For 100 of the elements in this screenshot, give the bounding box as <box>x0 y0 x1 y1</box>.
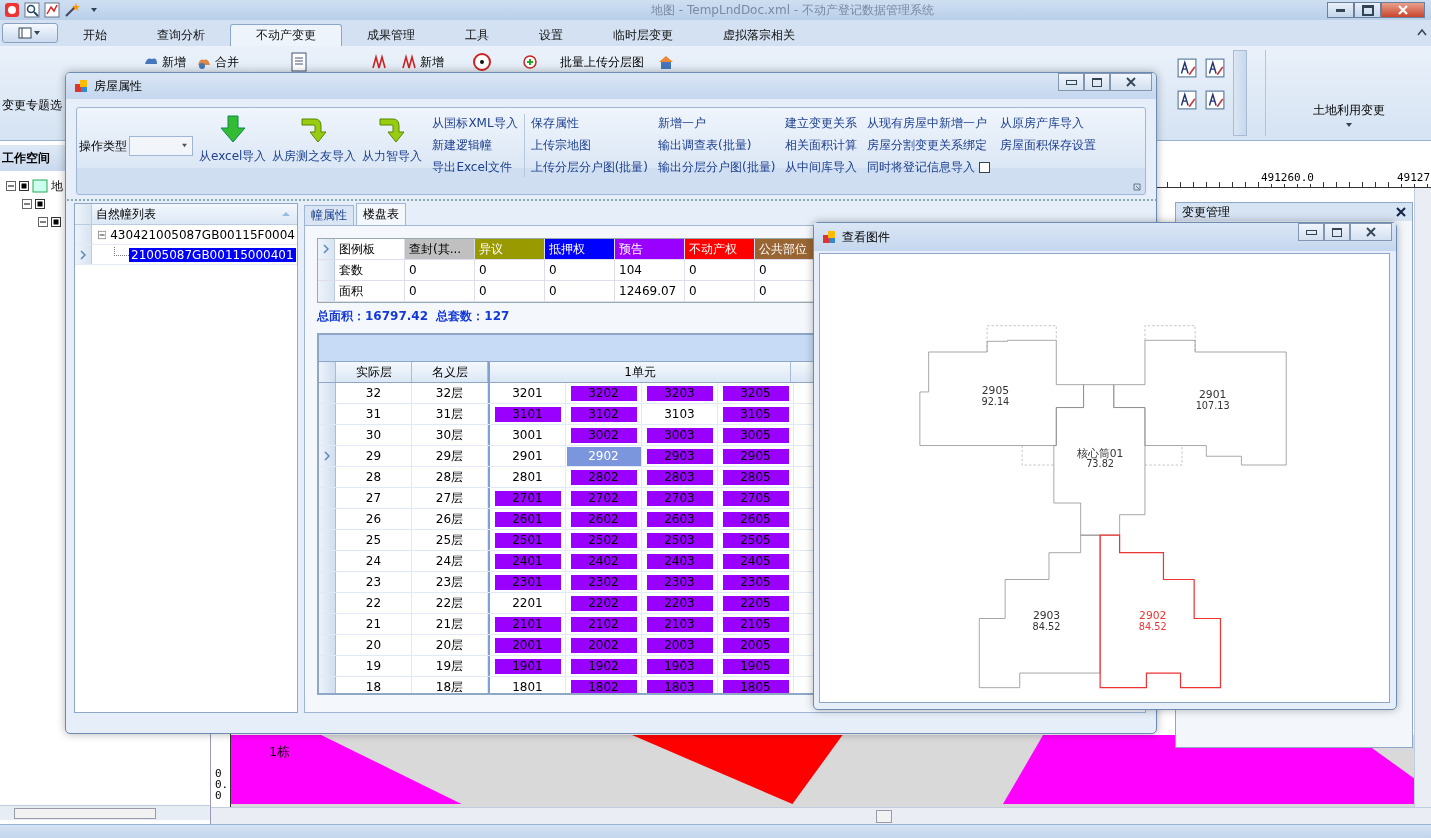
unit-cell[interactable]: 3103 <box>646 406 713 422</box>
scrollbar-thumb[interactable] <box>14 808 156 819</box>
import-button[interactable]: 从房测之友导入 <box>272 114 357 165</box>
unit-cell[interactable]: 3003 <box>646 427 713 443</box>
tree-item[interactable]: 21005087GB00115000401 <box>129 247 296 262</box>
wand-icon[interactable] <box>64 2 80 18</box>
unit-cell[interactable]: 3102 <box>570 406 637 422</box>
toolbar-link[interactable]: 新增一户 <box>658 115 707 132</box>
toolbar-link[interactable]: 相关面积计算 <box>785 137 858 154</box>
tree-item[interactable]: 430421005087GB00115F0004 <box>108 227 297 242</box>
unit-cell[interactable]: 1803 <box>646 679 713 693</box>
unit-cell[interactable]: 2905 <box>722 448 789 464</box>
maximize-button[interactable] <box>1324 223 1350 241</box>
text-style-icon[interactable] <box>1205 90 1225 110</box>
chart-icon[interactable] <box>44 2 60 18</box>
row-header[interactable] <box>319 614 336 634</box>
unit-cell[interactable]: 2303 <box>646 574 713 590</box>
unit-cell[interactable]: 2403 <box>646 553 713 569</box>
tree-item[interactable]: 地 <box>51 177 63 195</box>
row-header[interactable] <box>319 467 336 487</box>
unit-cell[interactable]: 3101 <box>494 406 561 422</box>
ribbon-tab[interactable]: 成果管理 <box>342 24 440 46</box>
unit-cell[interactable]: 2502 <box>570 532 637 548</box>
toolbar-link[interactable]: 房屋分割变更关系绑定 <box>867 137 988 154</box>
unit-cell[interactable]: 2702 <box>570 490 637 506</box>
collapse-icon[interactable] <box>98 229 107 240</box>
row-header[interactable] <box>319 551 336 571</box>
row-header[interactable] <box>319 488 336 508</box>
gallery-scrollbar[interactable] <box>1233 50 1247 136</box>
row-header[interactable] <box>319 509 336 529</box>
operation-type-dropdown[interactable] <box>129 136 193 156</box>
minimize-button[interactable] <box>1058 73 1084 91</box>
unit-cell[interactable]: 2405 <box>722 553 789 569</box>
app-icon[interactable] <box>4 2 20 18</box>
unit-cell[interactable]: 2505 <box>722 532 789 548</box>
unit-cell[interactable]: 2603 <box>646 511 713 527</box>
toolbar-link[interactable]: 导出Excel文件 <box>432 159 513 176</box>
unit-cell[interactable]: 3002 <box>570 427 637 443</box>
unit-cell[interactable]: 2203 <box>646 595 713 611</box>
tab[interactable]: 楼盘表 <box>356 203 406 225</box>
row-header[interactable] <box>318 239 335 259</box>
unit-cell[interactable]: 3005 <box>722 427 789 443</box>
close-button[interactable] <box>1110 73 1152 91</box>
unit-cell[interactable]: 2305 <box>722 574 789 590</box>
unit-cell[interactable]: 2601 <box>494 511 561 527</box>
map-ground[interactable]: 1栋 <box>231 735 1414 807</box>
ribbon-tab[interactable]: 查询分析 <box>132 24 230 46</box>
row-header[interactable] <box>319 656 336 676</box>
unit-cell[interactable]: 2701 <box>494 490 561 506</box>
unit-cell[interactable]: 2205 <box>722 595 789 611</box>
unit-cell[interactable]: 3105 <box>722 406 789 422</box>
search-icon[interactable] <box>24 2 40 18</box>
add-button[interactable]: 新增 <box>401 53 444 71</box>
toolbar-link[interactable]: 上传分层分户图(批量) <box>530 159 649 176</box>
toolbar-link[interactable]: 输出调查表(批量) <box>658 137 752 154</box>
checkbox-icon[interactable] <box>35 199 45 209</box>
ribbon-tab[interactable]: 设置 <box>514 24 588 46</box>
vertical-scrollbar[interactable] <box>1414 188 1431 807</box>
add-button[interactable]: 新增 <box>143 53 186 71</box>
unit-cell[interactable]: 2503 <box>646 532 713 548</box>
horizontal-scrollbar[interactable] <box>211 807 1431 824</box>
toolbar-link[interactable]: 建立变更关系 <box>785 115 858 132</box>
unit-cell[interactable]: 2805 <box>722 469 789 485</box>
menu-button[interactable] <box>2 23 58 43</box>
unit-cell[interactable]: 2602 <box>570 511 637 527</box>
minimize-button[interactable] <box>1298 223 1324 241</box>
text-style-icon[interactable] <box>1177 58 1197 78</box>
dialog-launcher-icon[interactable] <box>1133 183 1141 191</box>
room-outline[interactable] <box>978 534 1100 689</box>
ribbon-tab[interactable]: 临时层变更 <box>588 24 698 46</box>
dropdown-icon[interactable] <box>90 6 98 14</box>
unit-cell[interactable]: 2802 <box>570 469 637 485</box>
unit-cell[interactable]: 2302 <box>570 574 637 590</box>
unit-cell[interactable]: 2001 <box>494 637 561 653</box>
unit-cell[interactable]: 2401 <box>494 553 561 569</box>
unit-cell[interactable]: 2902 <box>566 446 641 466</box>
toolbar-link[interactable]: 从国标XML导入 <box>432 115 518 132</box>
row-header[interactable] <box>319 635 336 655</box>
unit-cell[interactable]: 2005 <box>722 637 789 653</box>
unit-cell[interactable]: 1805 <box>722 679 789 693</box>
collapse-icon[interactable] <box>6 181 16 191</box>
close-icon[interactable] <box>1396 207 1406 217</box>
toolbar-link[interactable]: 同时将登记信息导入 <box>867 159 976 176</box>
toolbar-link[interactable]: 从原房产库导入 <box>1000 115 1085 132</box>
target-icon[interactable] <box>472 52 492 72</box>
row-header[interactable] <box>319 404 336 424</box>
unit-cell[interactable]: 2801 <box>494 469 561 485</box>
locate-icon[interactable] <box>522 54 538 70</box>
toolbar-link[interactable]: 从中间库导入 <box>785 159 858 176</box>
room-outline[interactable] <box>1053 384 1145 536</box>
unit-cell[interactable]: 1901 <box>494 658 561 674</box>
horizontal-scrollbar[interactable] <box>0 805 210 820</box>
document-icon[interactable] <box>289 52 309 72</box>
unit-cell[interactable]: 2101 <box>494 616 561 632</box>
unit-cell[interactable]: 2301 <box>494 574 561 590</box>
ribbon-tab[interactable]: 不动产变更 <box>230 24 342 46</box>
minimize-button[interactable] <box>1327 2 1354 18</box>
row-header[interactable] <box>75 245 92 264</box>
unit-cell[interactable]: 2103 <box>646 616 713 632</box>
collapse-icon[interactable] <box>22 199 32 209</box>
